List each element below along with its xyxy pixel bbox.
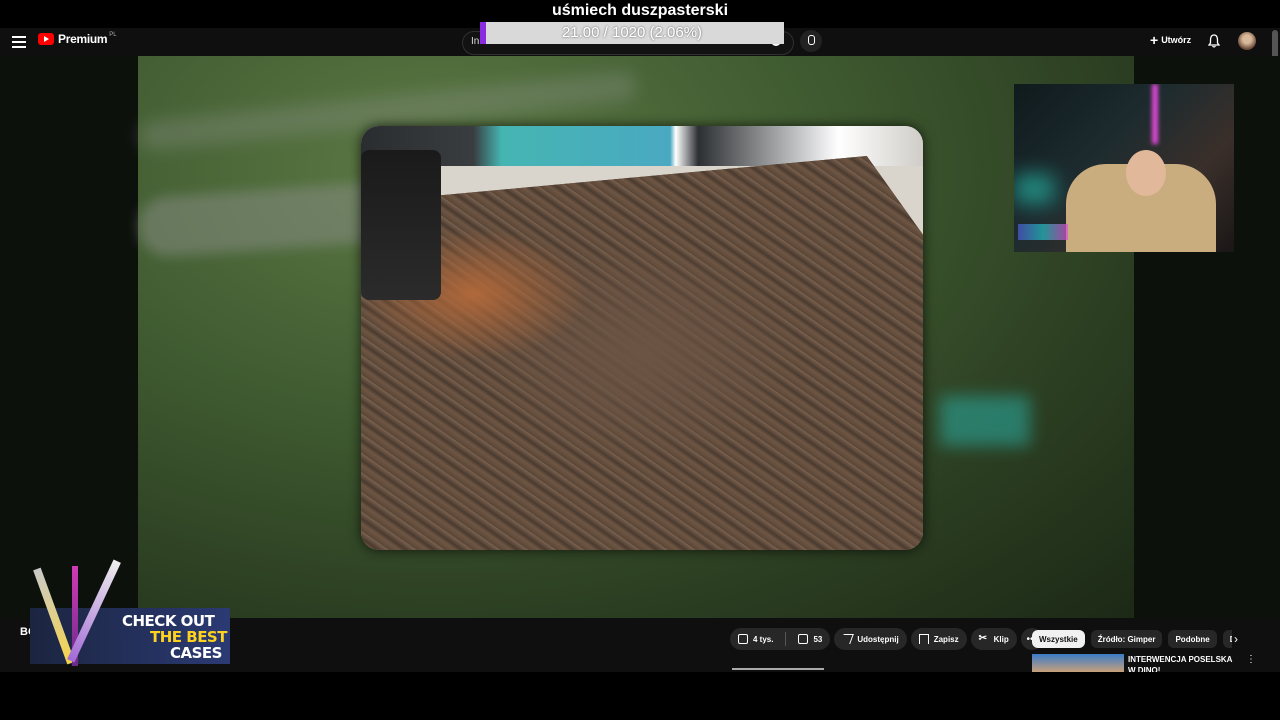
save-label: Zapisz [933,634,959,644]
youtube-logo[interactable]: Premium PL [38,32,117,46]
like-underline [732,668,824,670]
more-vert-icon[interactable]: ⋮ [1246,654,1256,665]
video-inset-image [361,126,923,550]
youtube-play-icon [38,33,54,45]
thumbs-up-icon [738,634,748,644]
donation-goal-bar: 21.00 / 1020 (2.06%) [480,22,784,44]
share-button[interactable]: Udostępnij [834,628,907,650]
streamer-webcam [1014,84,1234,252]
chip-source[interactable]: Źródło: Gimper [1090,630,1163,648]
promo-line-3: CASES [170,644,222,662]
recommendation-title[interactable]: INTERWENCJA POSELSKA W DINO! [1128,654,1238,672]
donation-goal-text: 21.00 / 1020 (2.06%) [561,24,703,41]
recommendation-thumbnail[interactable] [1032,654,1124,672]
stream-overlay-title: uśmiech duszpasterski [551,2,729,19]
webcam-person-head [1126,150,1166,196]
logo-country: PL [109,32,117,38]
create-label: Utwórz [1161,35,1192,45]
dislike-count: 53 [813,634,823,644]
recommendation-chips: Wszystkie Źródło: Gimper Podobne Dla [1032,630,1232,648]
like-button[interactable]: 4 tys. [738,634,780,644]
save-icon [918,634,929,644]
chip-related[interactable]: Podobne [1168,630,1217,648]
plus-icon: + [1150,32,1159,48]
thumbs-down-icon [798,634,809,644]
share-label: Udostępnij [857,634,899,644]
mic-icon[interactable] [800,30,822,52]
hamburger-icon[interactable] [12,34,26,48]
action-buttons: 4 tys. 53 Udostępnij Zapisz ✂ Klip ••• [730,628,1043,650]
old-banner-cloth [361,156,923,550]
like-dislike-group: 4 tys. 53 [730,628,831,650]
bell-icon[interactable] [1208,34,1220,48]
webcam-light [1152,84,1158,144]
chevron-right-icon[interactable]: › [1234,632,1238,646]
webcam-keyboard [1018,224,1068,240]
save-button[interactable]: Zapisz [910,628,967,650]
video-blur-detail [940,396,1030,446]
dislike-button[interactable]: 53 [791,634,822,644]
promo-overlay: CHECK OUT THE BEST CASES [20,556,230,676]
like-count: 4 tys. [753,634,774,644]
avatar[interactable] [1238,32,1256,50]
create-button[interactable]: + Utwórz [1150,32,1192,48]
chip-all[interactable]: Wszystkie [1032,630,1085,648]
camera-object [361,150,441,300]
divider [785,632,787,646]
chip-for-you[interactable]: Dla [1222,630,1232,648]
logo-text: Premium [58,32,108,46]
clip-label: Klip [993,634,1009,644]
webcam-light [1014,174,1054,204]
clip-button[interactable]: ✂ Klip [970,628,1017,650]
share-icon [840,634,855,644]
scissors-icon: ✂ [978,633,988,644]
